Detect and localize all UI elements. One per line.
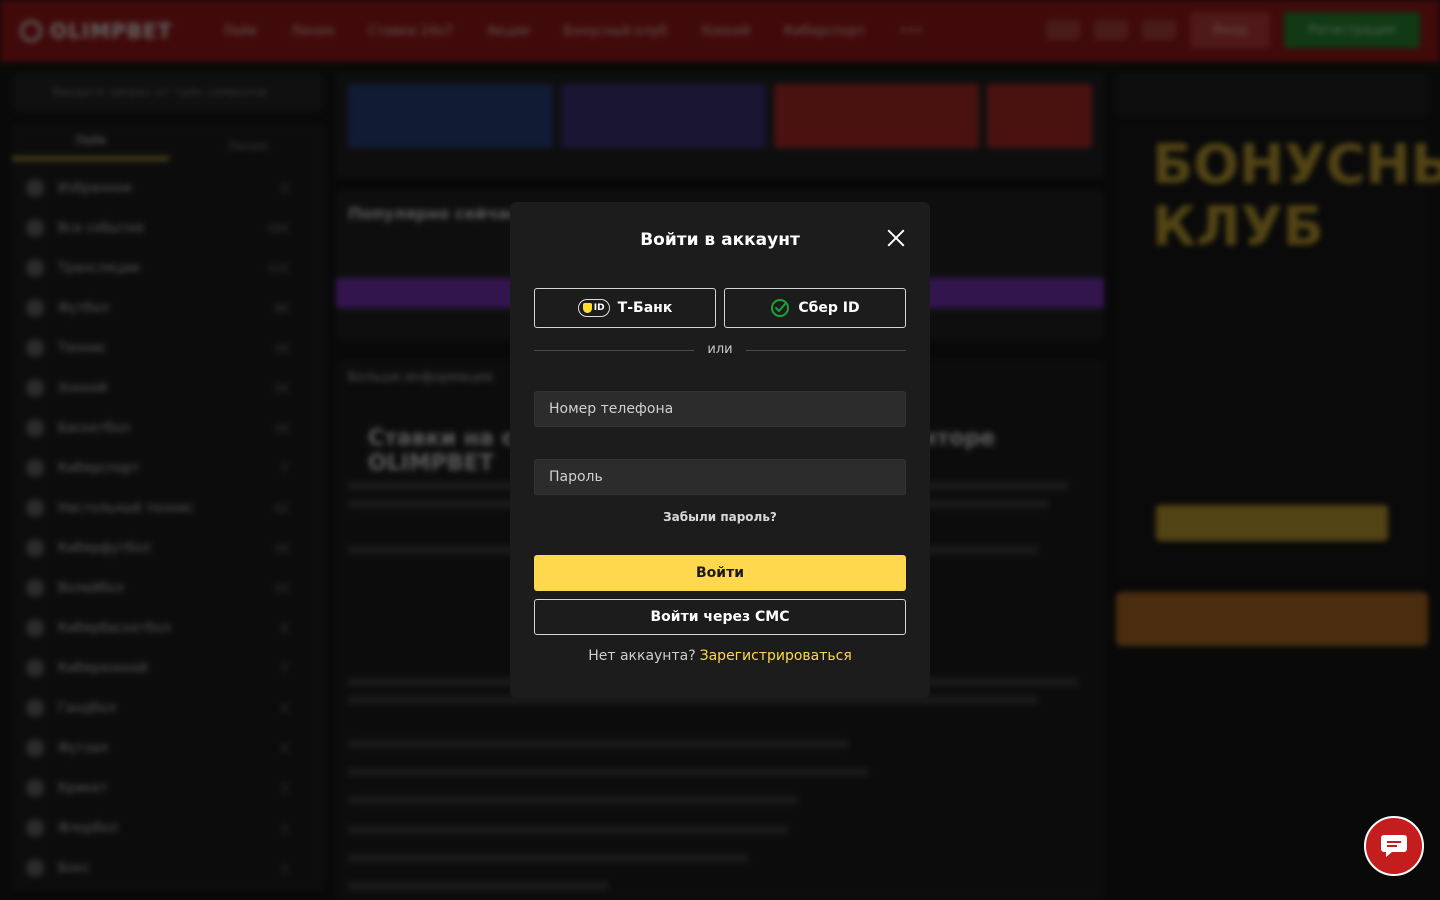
login-modal: Войти в аккаунт ID Т-Банк Сбер ID или За…: [510, 202, 930, 698]
sber-id-button[interactable]: Сбер ID: [724, 288, 906, 328]
chat-icon: [1381, 835, 1407, 857]
tbank-label: Т-Банк: [617, 300, 673, 316]
chat-button[interactable]: [1364, 816, 1424, 876]
tbank-shield-icon: [582, 303, 592, 313]
or-divider: или: [534, 342, 906, 357]
login-button[interactable]: Войти: [534, 555, 906, 591]
register-prompt: Нет аккаунта? Зарегистрироваться: [510, 648, 930, 664]
no-account-text: Нет аккаунта?: [588, 648, 696, 664]
password-input[interactable]: [534, 459, 906, 495]
phone-input[interactable]: [534, 391, 906, 427]
register-link[interactable]: Зарегистрироваться: [700, 648, 852, 664]
forgot-password-link[interactable]: Забыли пароль?: [510, 510, 930, 524]
tbank-id-button[interactable]: ID Т-Банк: [534, 288, 716, 328]
tbank-id-icon: ID: [577, 299, 610, 317]
close-icon[interactable]: [886, 228, 906, 248]
modal-title: Войти в аккаунт: [640, 230, 800, 250]
sber-check-icon: [771, 299, 790, 317]
sms-login-button[interactable]: Войти через СМС: [534, 599, 906, 635]
sber-label: Сбер ID: [798, 300, 860, 316]
